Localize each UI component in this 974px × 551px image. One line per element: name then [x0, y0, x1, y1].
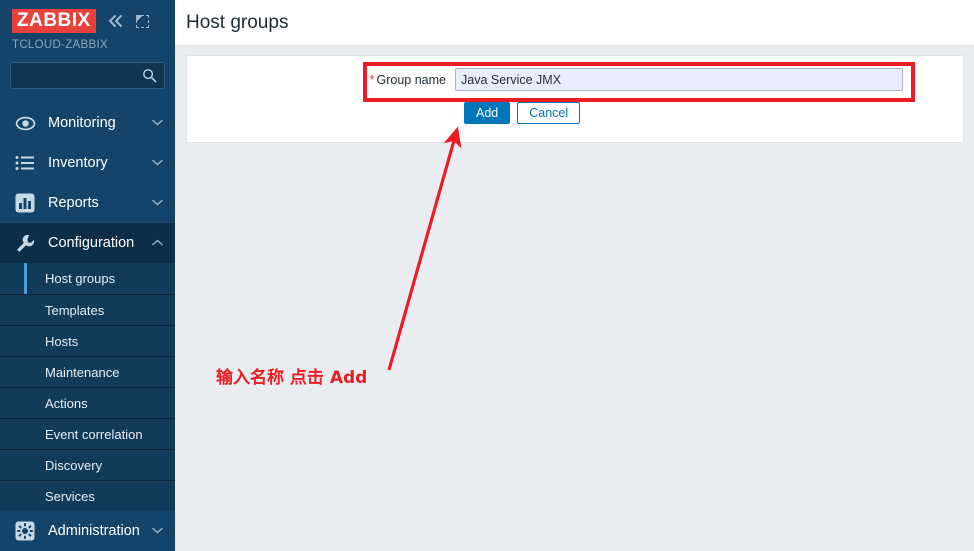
- chevron-down-icon: [152, 526, 163, 537]
- cancel-button[interactable]: Cancel: [517, 102, 581, 124]
- page-header: Host groups: [175, 0, 974, 46]
- annotation-note: 输入名称 点击 Add: [216, 368, 368, 388]
- sidebar-subitem-label: Event correlation: [45, 426, 143, 442]
- sidebar-subitem-host-groups[interactable]: Host groups: [0, 263, 175, 294]
- zabbix-logo: ZABBIX: [12, 9, 96, 33]
- bar-chart-icon: [14, 192, 36, 214]
- sidebar-item-label: Inventory: [48, 155, 108, 171]
- chevron-double-left-icon[interactable]: [107, 14, 125, 28]
- sidebar-item-configuration[interactable]: Configuration: [0, 223, 175, 263]
- app-root: ZABBIX TCLOUD-ZABBIX Monitoring Inventor…: [0, 0, 974, 551]
- add-button[interactable]: Add: [464, 102, 511, 124]
- sidebar: ZABBIX TCLOUD-ZABBIX Monitoring Inventor…: [0, 0, 175, 551]
- sidebar-subitem-hosts[interactable]: Hosts: [0, 325, 175, 356]
- required-marker: *: [369, 72, 375, 87]
- search-input[interactable]: [11, 63, 164, 88]
- sidebar-item-inventory[interactable]: Inventory: [0, 143, 175, 183]
- group-name-row: * Group name: [187, 56, 963, 91]
- page-title: Host groups: [186, 11, 289, 33]
- sidebar-subitem-actions[interactable]: Actions: [0, 387, 175, 418]
- sidebar-item-label: Reports: [48, 195, 99, 211]
- sidebar-item-administration[interactable]: Administration: [0, 511, 175, 551]
- sidebar-item-label: Monitoring: [48, 115, 116, 131]
- sidebar-item-label: Configuration: [48, 235, 135, 251]
- sidebar-item-monitoring[interactable]: Monitoring: [0, 103, 175, 143]
- group-name-label: * Group name: [366, 73, 455, 87]
- content-wrapper: *Group name Add Cancel: [175, 46, 974, 143]
- sidebar-item-label: Administration: [48, 523, 140, 539]
- sidebar-subitem-label: Services: [45, 488, 95, 504]
- sidebar-menu: Monitoring Inventory Reports Configurati…: [0, 103, 175, 551]
- sidebar-subitem-event-correlation[interactable]: Event correlation: [0, 418, 175, 449]
- sidebar-subitem-label: Maintenance: [45, 364, 120, 380]
- sidebar-subitem-maintenance[interactable]: Maintenance: [0, 356, 175, 387]
- wrench-icon: [14, 232, 36, 254]
- sidebar-subitem-label: Hosts: [45, 333, 79, 349]
- group-name-input[interactable]: [455, 68, 903, 91]
- sidebar-subitem-discovery[interactable]: Discovery: [0, 449, 175, 480]
- chevron-down-icon: [152, 158, 163, 169]
- sidebar-search[interactable]: [10, 62, 165, 89]
- sidebar-subitem-label: Discovery: [45, 457, 103, 473]
- chevron-down-icon: [152, 198, 163, 209]
- sidebar-subitem-templates[interactable]: Templates: [0, 294, 175, 325]
- configuration-submenu: Host groups Templates Hosts Maintenance …: [0, 263, 175, 511]
- list-icon: [14, 152, 36, 174]
- sidebar-header: ZABBIX TCLOUD-ZABBIX: [0, 0, 175, 62]
- sidebar-subitem-label: Actions: [45, 395, 88, 411]
- form-buttons: Add Cancel: [187, 102, 963, 124]
- sidebar-item-reports[interactable]: Reports: [0, 183, 175, 223]
- main-content: Host groups *Group name Add Cancel: [175, 0, 974, 551]
- group-name-label-text: Group name: [376, 72, 446, 87]
- sidebar-subitem-label: Host groups: [45, 271, 116, 286]
- chevron-up-icon: [152, 238, 163, 249]
- sidebar-logo-row: ZABBIX: [12, 8, 165, 34]
- sidebar-subitem-label: Templates: [45, 302, 105, 318]
- gear-icon: [14, 520, 36, 542]
- server-name-label: TCLOUD-ZABBIX: [12, 39, 108, 51]
- sidebar-subitem-services[interactable]: Services: [0, 480, 175, 511]
- host-group-form: *Group name Add Cancel: [186, 55, 964, 143]
- eye-icon: [14, 112, 36, 134]
- collapse-pane-icon[interactable]: [135, 14, 149, 28]
- chevron-down-icon: [152, 118, 163, 129]
